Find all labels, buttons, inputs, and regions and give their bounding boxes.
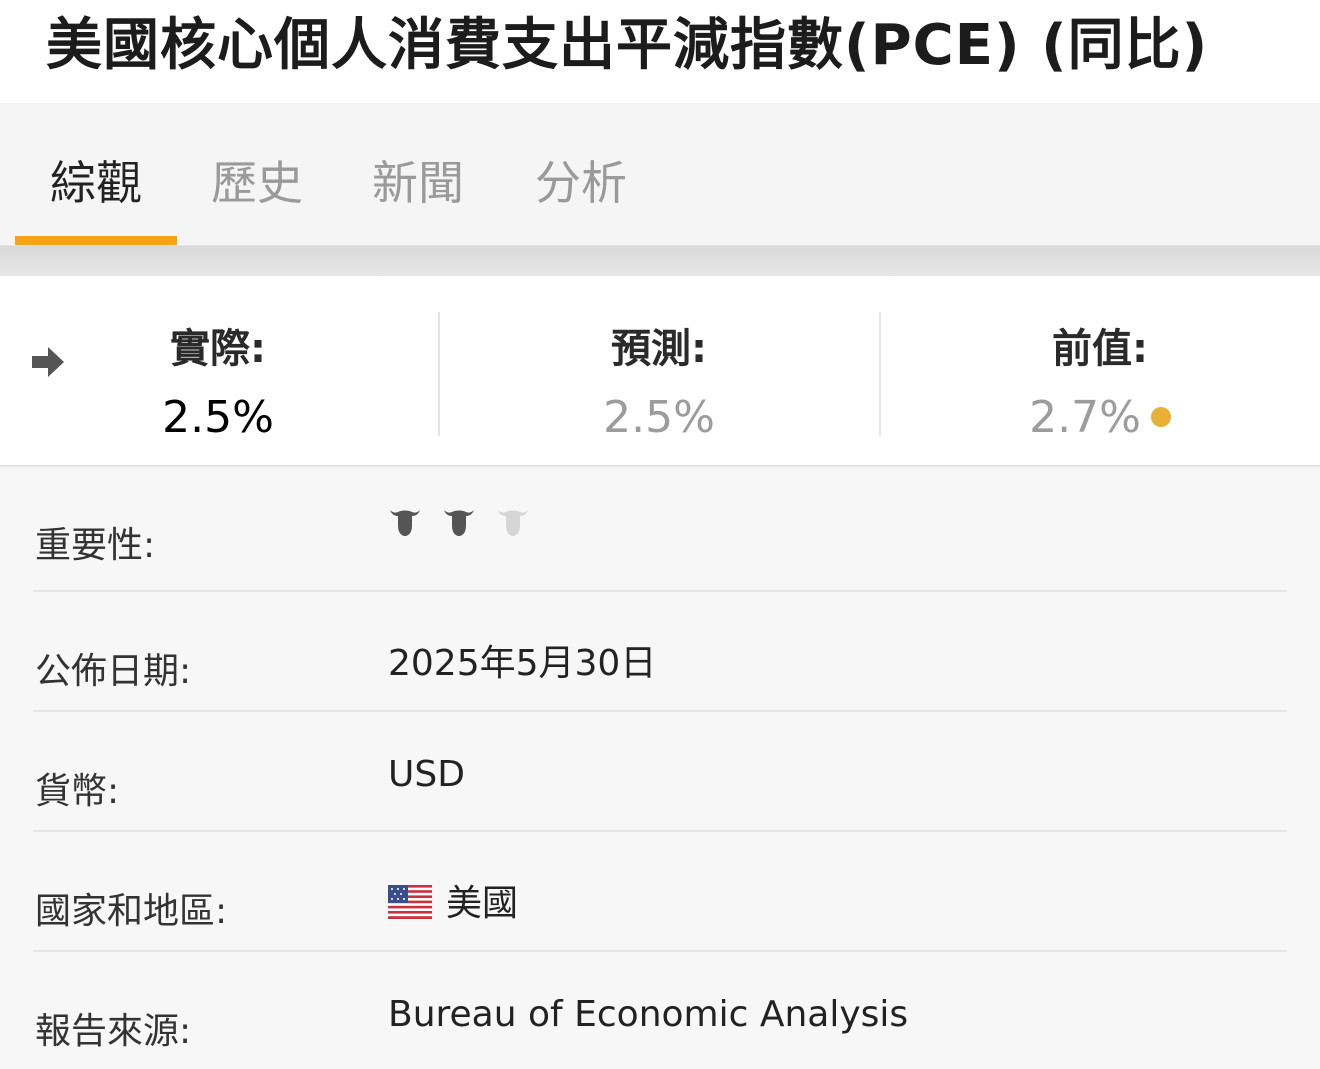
active-tab-indicator: [15, 236, 177, 245]
stat-divider: [879, 312, 881, 436]
importance-label: 重要性:: [35, 525, 156, 566]
previous-value: 2.7%: [1029, 392, 1141, 443]
bull-icon: [390, 510, 420, 536]
release-date-value: 2025年5月30日: [388, 643, 657, 684]
stat-previous: 前值: 2.7%: [920, 316, 1280, 443]
tab-bar: 綜觀 歷史 新聞 分析: [0, 103, 1320, 246]
source-link[interactable]: Bureau of Economic Analysis: [388, 994, 908, 1035]
detail-row-importance: 重要性:: [33, 466, 1287, 592]
detail-row-country: 國家和地區: 美國: [33, 832, 1287, 952]
tab-news[interactable]: 新聞: [372, 147, 464, 213]
country-value-wrap: 美國: [388, 874, 518, 926]
bull-icon: [444, 510, 474, 536]
bull-icon: [498, 510, 528, 536]
currency-value: USD: [388, 754, 465, 795]
stat-actual: 實際: 2.5%: [38, 316, 398, 443]
country-value: 美國: [446, 883, 519, 924]
currency-label: 貨幣:: [35, 771, 120, 812]
details-list: 重要性: 公佈日期: 2025年5月30日 貨幣: USD 國家和地區: 美國: [0, 466, 1320, 1069]
tab-history[interactable]: 歷史: [211, 147, 303, 213]
previous-label: 前值:: [1052, 326, 1148, 372]
forecast-value: 2.5%: [603, 392, 715, 443]
page-title: 美國核心個人消費支出平減指數(PCE) (同比): [46, 13, 1209, 78]
stats-panel: 實際: 2.5% 預測: 2.5% 前值: 2.7%: [0, 276, 1320, 466]
divider-band: [0, 246, 1320, 276]
stat-divider: [438, 312, 440, 436]
previous-value-wrap: 2.7%: [920, 392, 1280, 443]
country-label: 國家和地區:: [35, 891, 228, 932]
actual-label: 實際:: [170, 326, 266, 372]
detail-row-currency: 貨幣: USD: [33, 712, 1287, 832]
stat-forecast: 預測: 2.5%: [479, 316, 839, 443]
actual-value: 2.5%: [162, 392, 274, 443]
tab-analysis[interactable]: 分析: [535, 147, 627, 213]
revision-dot-icon: [1150, 407, 1171, 427]
detail-row-source: 報告來源: Bureau of Economic Analysis: [33, 952, 1287, 1069]
detail-row-release-date: 公佈日期: 2025年5月30日: [33, 592, 1287, 712]
us-flag-icon: [388, 885, 432, 919]
title-bar: 美國核心個人消費支出平減指數(PCE) (同比): [0, 0, 1320, 103]
release-date-label: 公佈日期:: [35, 651, 192, 692]
source-label: 報告來源:: [35, 1011, 192, 1052]
importance-rating: [388, 504, 530, 538]
tab-overview[interactable]: 綜觀: [50, 147, 142, 213]
forecast-label: 預測:: [611, 326, 707, 372]
